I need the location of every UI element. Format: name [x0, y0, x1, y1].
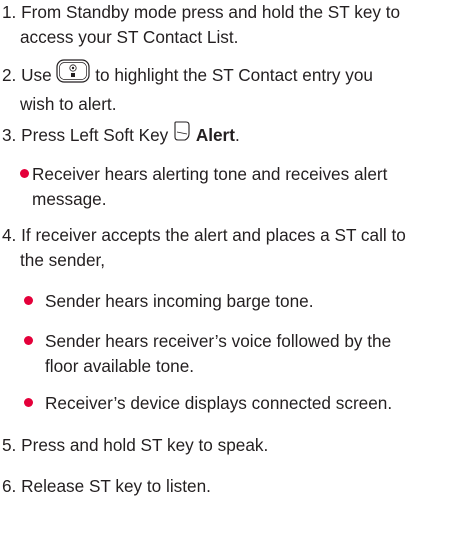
step-4-bullet: Sender hears incoming barge tone. [24, 289, 314, 314]
step-text: . [234, 124, 240, 145]
step-number: 2. [2, 64, 17, 85]
step-3-bullet: Receiver hears alerting tone and receive… [20, 162, 387, 211]
step-text: to highlight the ST Contact entry you [95, 64, 373, 85]
step-text: If receiver accepts the alert and places… [21, 225, 406, 245]
step-number: 1. [2, 2, 17, 22]
step-text: Press and hold ST key to speak. [21, 435, 269, 455]
step-1: 1. From Standby mode press and hold the … [2, 0, 446, 49]
bullet-text: Receiver hears alerting tone and receive… [32, 164, 388, 184]
step-number: 4. [2, 225, 17, 245]
step-number: 5. [2, 435, 17, 455]
bullet-icon [24, 295, 33, 305]
alert-label: Alert [195, 124, 235, 145]
step-text: Release ST key to listen. [21, 476, 211, 496]
step-text: Use [21, 64, 52, 85]
navigation-key-icon [56, 59, 91, 90]
step-text-continued: wish to alert. [20, 93, 117, 114]
bullet-text: Sender hears incoming barge tone. [45, 291, 314, 311]
bullet-text-continued: message. [32, 188, 107, 209]
bullet-icon [24, 335, 33, 345]
step-text: From Standby mode press and hold the ST … [21, 2, 401, 22]
step-3: 3. Press Left Soft Key Alert. [2, 120, 446, 151]
bullet-icon [24, 397, 33, 407]
step-4-bullet: Receiver’s device displays connected scr… [24, 391, 392, 416]
step-6: 6. Release ST key to listen. [2, 474, 446, 499]
step-4-bullet: Sender hears receiver’s voice followed b… [24, 329, 391, 378]
bullet-text: Sender hears receiver’s voice followed b… [45, 331, 392, 351]
step-text-continued: access your ST Contact List. [20, 26, 239, 47]
step-4: 4. If receiver accepts the alert and pla… [2, 223, 446, 272]
bullet-icon [20, 168, 29, 178]
manual-page: 1. From Standby mode press and hold the … [0, 0, 449, 537]
bullet-text-continued: floor available tone. [45, 355, 195, 376]
step-text-continued: the sender, [20, 249, 106, 270]
step-text: Press Left Soft Key [21, 124, 169, 145]
bullet-text: Receiver’s device displays connected scr… [45, 393, 393, 413]
step-2: 2. Use to highlight the ST Contact entry… [2, 59, 446, 116]
step-5: 5. Press and hold ST key to speak. [2, 433, 446, 458]
step-number: 3. [2, 124, 17, 145]
step-number: 6. [2, 476, 17, 496]
left-soft-key-icon [173, 120, 191, 149]
